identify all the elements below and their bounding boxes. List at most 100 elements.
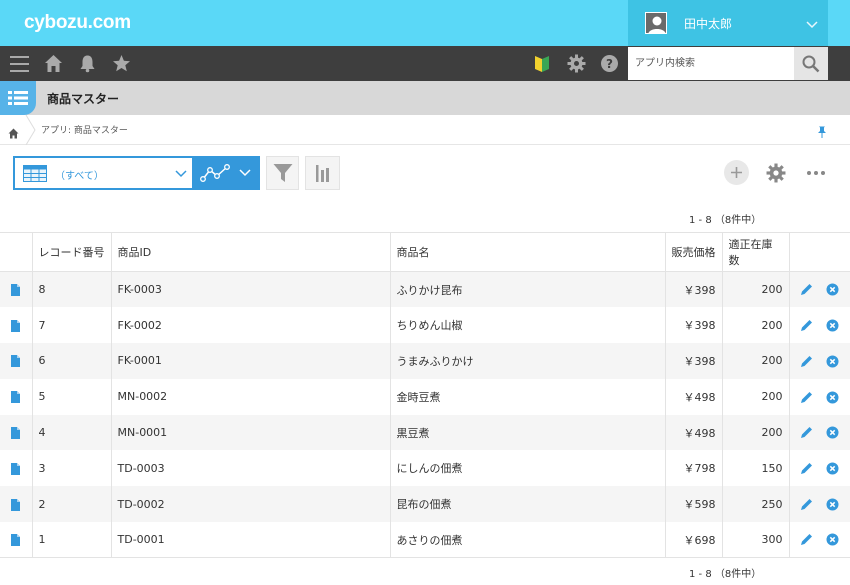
product-id-cell: FK-0003 [110, 271, 390, 308]
stock-cell: 150 [721, 450, 789, 487]
delete-icon[interactable] [826, 426, 839, 439]
home-icon[interactable] [8, 124, 19, 143]
edit-icon[interactable] [800, 462, 813, 475]
edit-icon[interactable] [800, 319, 813, 332]
pagination-count-top: 1 - 8 （8件中） [689, 215, 762, 226]
product-id-cell: FK-0002 [110, 307, 390, 344]
delete-icon[interactable] [826, 283, 839, 296]
record-no-cell: 3 [31, 450, 111, 487]
more-options-button[interactable] [806, 164, 826, 186]
more-icon [807, 171, 825, 175]
breadcrumb-app-link[interactable]: アプリ: 商品マスター [41, 123, 128, 136]
document-icon[interactable] [11, 462, 21, 475]
table-row: 3 TD-0003 にしんの佃煮 ￥798 150 [0, 450, 850, 487]
product-id-cell: TD-0003 [110, 450, 390, 487]
price-cell: ￥398 [664, 343, 722, 379]
edit-icon[interactable] [800, 533, 813, 546]
document-icon[interactable] [11, 498, 21, 511]
record-detail-cell [0, 271, 32, 308]
user-menu[interactable]: 田中太郎 [628, 0, 828, 46]
view-select[interactable]: （すべて） [13, 156, 194, 190]
record-no-cell: 8 [31, 271, 111, 308]
cybozu-logo[interactable]: cybozu.com [24, 12, 131, 34]
pagination-count-bottom: 1 - 8 （8件中） [689, 569, 762, 580]
stock-cell: 300 [721, 522, 789, 559]
user-name: 田中太郎 [684, 17, 733, 31]
page-title: 商品マスター [47, 92, 120, 106]
row-actions-cell [788, 414, 850, 451]
document-icon[interactable] [11, 427, 21, 440]
edit-icon[interactable] [800, 426, 813, 439]
product-id-cell: TD-0001 [110, 522, 390, 559]
bar-chart-icon [316, 165, 329, 182]
delete-icon[interactable] [826, 498, 839, 511]
edit-icon[interactable] [800, 391, 813, 404]
help-icon[interactable]: ? [600, 54, 619, 77]
edit-icon[interactable] [800, 283, 813, 296]
beginner-icon[interactable] [534, 54, 550, 77]
graph-icon [200, 164, 230, 182]
row-actions-cell [788, 378, 850, 415]
stock-cell: 250 [721, 486, 789, 523]
record-no-cell: 5 [31, 378, 111, 415]
delete-icon[interactable] [826, 391, 839, 404]
edit-icon[interactable] [800, 498, 813, 511]
product-name-cell: ふりかけ昆布 [389, 271, 665, 308]
product-id-cell: MN-0001 [110, 414, 390, 451]
app-list-icon[interactable] [0, 81, 36, 115]
filter-icon [273, 164, 293, 182]
product-id-cell: FK-0001 [110, 343, 390, 379]
delete-icon[interactable] [826, 462, 839, 475]
records-table: レコード番号 商品ID 商品名 販売価格 適正在庫数 8 FK-0003 ふりか… [0, 232, 850, 559]
product-name-cell: 昆布の佃煮 [389, 486, 665, 523]
product-name-cell: 黒豆煮 [389, 414, 665, 451]
row-actions-cell [788, 486, 850, 523]
gear-icon[interactable] [567, 54, 586, 77]
record-no-cell: 7 [31, 307, 111, 344]
star-icon[interactable] [112, 54, 131, 77]
column-header-price[interactable]: 販売価格 [664, 232, 722, 272]
pin-icon[interactable] [817, 123, 827, 142]
graph-menu-button[interactable] [194, 156, 260, 190]
delete-icon[interactable] [826, 319, 839, 332]
column-header-product-id[interactable]: 商品ID [110, 232, 390, 272]
app-settings-button[interactable] [766, 163, 786, 187]
record-no-cell: 4 [31, 414, 111, 451]
row-actions-cell [788, 522, 850, 559]
column-header-stock[interactable]: 適正在庫数 [721, 232, 789, 272]
column-header-record-no[interactable]: レコード番号 [31, 232, 111, 272]
home-icon[interactable] [44, 54, 63, 77]
record-detail-cell [0, 307, 32, 344]
menu-icon[interactable] [10, 54, 29, 77]
product-id-cell: TD-0002 [110, 486, 390, 523]
chevron-down-icon [239, 169, 251, 177]
price-cell: ￥498 [664, 378, 722, 415]
table-row: 2 TD-0002 昆布の佃煮 ￥598 250 [0, 486, 850, 523]
document-icon[interactable] [11, 534, 21, 547]
bell-icon[interactable] [78, 54, 97, 77]
stock-cell: 200 [721, 271, 789, 308]
document-icon[interactable] [11, 355, 21, 368]
column-header-blank [0, 232, 32, 272]
edit-icon[interactable] [800, 355, 813, 368]
document-icon[interactable] [11, 319, 21, 332]
app-search [628, 47, 828, 80]
record-detail-cell [0, 522, 32, 559]
document-icon[interactable] [11, 284, 21, 297]
column-header-product-name[interactable]: 商品名 [389, 232, 665, 272]
delete-icon[interactable] [826, 355, 839, 368]
search-button[interactable] [794, 47, 828, 80]
chart-button[interactable] [305, 156, 340, 190]
price-cell: ￥698 [664, 522, 722, 559]
table-row: 4 MN-0001 黒豆煮 ￥498 200 [0, 414, 850, 451]
table-row: 6 FK-0001 うまみふりかけ ￥398 200 [0, 343, 850, 379]
document-icon[interactable] [11, 391, 21, 404]
table-header-row: レコード番号 商品ID 商品名 販売価格 適正在庫数 [0, 232, 850, 272]
stock-cell: 200 [721, 307, 789, 344]
price-cell: ￥598 [664, 486, 722, 523]
search-input[interactable] [628, 47, 794, 80]
filter-button[interactable] [266, 156, 299, 190]
add-record-button[interactable] [724, 160, 749, 185]
record-detail-cell [0, 450, 32, 487]
delete-icon[interactable] [826, 533, 839, 546]
